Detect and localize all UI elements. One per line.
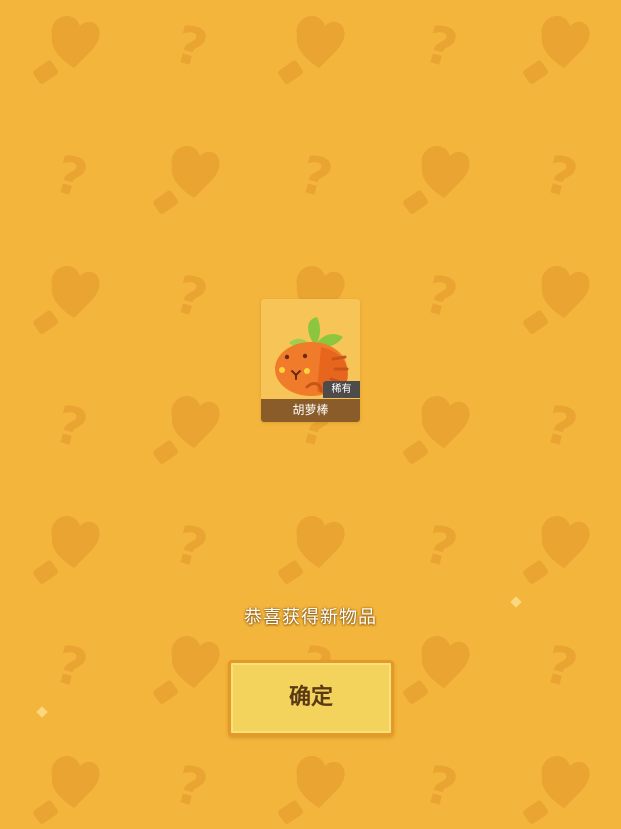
bottle-icon [33, 560, 59, 584]
bottle-icon [33, 800, 59, 824]
question-mark-icon: ? [169, 515, 214, 581]
question-mark-icon: ? [419, 515, 464, 581]
question-mark-icon: ? [419, 15, 464, 81]
bottle-icon [278, 800, 304, 824]
heart-icon [51, 265, 100, 318]
question-mark-icon: ? [419, 755, 464, 821]
heart-icon [421, 395, 470, 448]
congrats-message: 恭喜获得新物品 [244, 607, 377, 628]
question-mark-icon: ? [49, 145, 94, 211]
bottle-icon [403, 680, 429, 704]
question-mark-icon: ? [539, 395, 584, 461]
question-mark-icon: ? [169, 755, 214, 821]
heart-icon [296, 755, 345, 808]
heart-icon [171, 635, 220, 688]
heart-icon [171, 145, 220, 198]
bottle-icon [523, 310, 549, 334]
heart-icon [296, 15, 345, 68]
bottle-icon [153, 190, 179, 214]
rarity-badge: 稀有 [323, 381, 360, 398]
question-mark-icon: ? [169, 15, 214, 81]
heart-icon [421, 635, 470, 688]
question-mark-icon: ? [419, 265, 464, 331]
bottle-icon [153, 680, 179, 704]
bottle-icon [33, 310, 59, 334]
heart-icon [51, 515, 100, 568]
bottle-icon [523, 60, 549, 84]
reward-item-card[interactable]: 稀有 胡萝棒 [261, 299, 360, 422]
heart-icon [541, 515, 590, 568]
bottle-icon [403, 190, 429, 214]
question-mark-icon: ? [539, 145, 584, 211]
confirm-button[interactable]: 确定 [228, 660, 394, 736]
heart-icon [51, 755, 100, 808]
bottle-icon [278, 60, 304, 84]
question-mark-icon: ? [294, 145, 339, 211]
question-mark-icon: ? [49, 635, 94, 701]
heart-icon [541, 15, 590, 68]
heart-icon [296, 515, 345, 568]
heart-icon [51, 15, 100, 68]
bottle-icon [278, 560, 304, 584]
question-mark-icon: ? [169, 265, 214, 331]
bottle-icon [403, 440, 429, 464]
bottle-icon [523, 560, 549, 584]
heart-icon [171, 395, 220, 448]
heart-icon [541, 265, 590, 318]
bottle-icon [523, 800, 549, 824]
bottle-icon [153, 440, 179, 464]
item-name-label: 胡萝棒 [261, 399, 360, 422]
question-mark-icon: ? [49, 395, 94, 461]
heart-icon [421, 145, 470, 198]
question-mark-icon: ? [539, 635, 584, 701]
bottle-icon [33, 60, 59, 84]
heart-icon [541, 755, 590, 808]
